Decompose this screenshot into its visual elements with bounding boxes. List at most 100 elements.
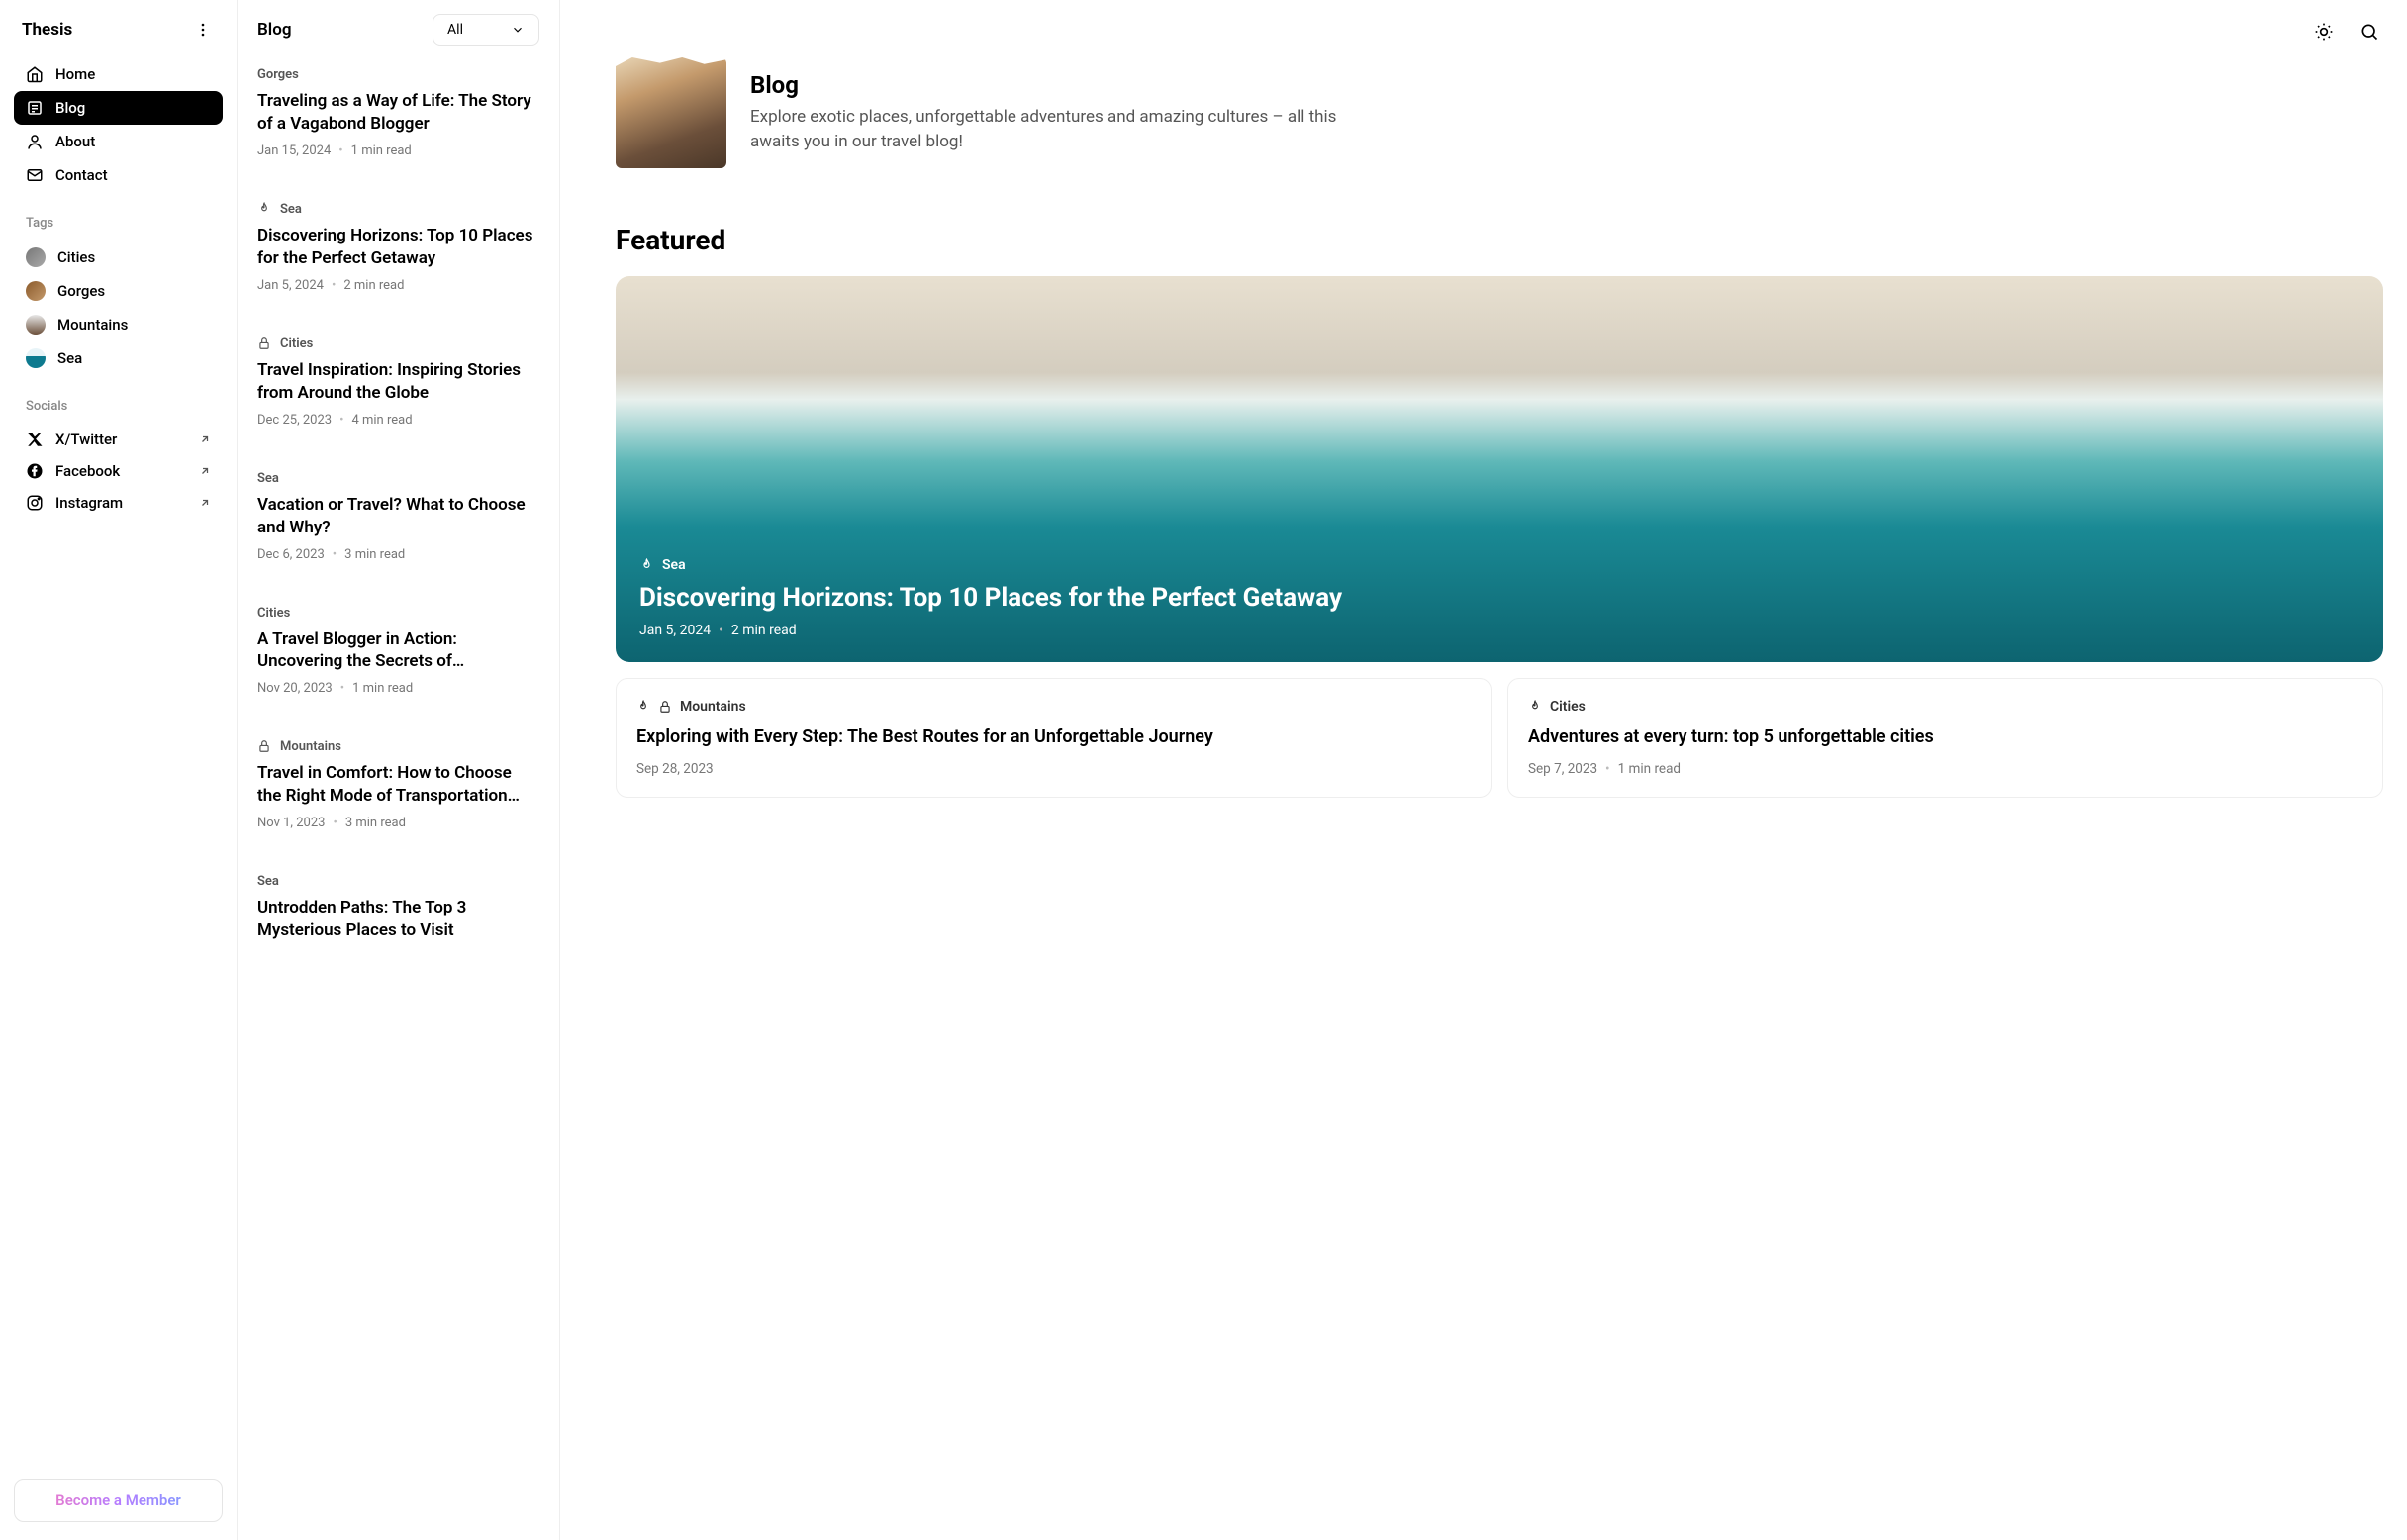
tag-thumb-icon [26, 348, 46, 368]
post-meta-row: Cities [257, 337, 539, 351]
search-icon [2359, 22, 2379, 42]
social-item-facebook[interactable]: Facebook [14, 455, 223, 487]
social-item-instagram[interactable]: Instagram [14, 487, 223, 519]
card-date-row: Sep 7, 2023•1 min read [1528, 761, 2362, 777]
post-item[interactable]: GorgesTraveling as a Way of Life: The St… [257, 67, 539, 180]
separator-dot: • [333, 547, 337, 562]
card-date: Sep 28, 2023 [636, 761, 714, 777]
post-read: 1 min read [352, 681, 413, 696]
filter-select[interactable]: All [433, 14, 539, 46]
post-item[interactable]: CitiesA Travel Blogger in Action: Uncove… [257, 606, 539, 719]
twitter-icon [26, 431, 44, 448]
post-title: Discovering Horizons: Top 10 Places for … [257, 225, 539, 270]
social-item-twitter[interactable]: X/Twitter [14, 424, 223, 455]
social-label: Facebook [55, 462, 120, 480]
hero-title: Discovering Horizons: Top 10 Places for … [639, 583, 2359, 613]
post-item[interactable]: CitiesTravel Inspiration: Inspiring Stor… [257, 337, 539, 449]
post-date-row: Dec 6, 2023 • 3 min read [257, 547, 539, 562]
top-actions [2310, 18, 2383, 46]
tag-item-mountains[interactable]: Mountains [14, 308, 223, 341]
featured-hero-card[interactable]: Sea Discovering Horizons: Top 10 Places … [616, 276, 2383, 662]
post-list-header: Blog All [257, 14, 539, 46]
post-item[interactable]: Sea Untrodden Paths: The Top 3 Mysterious… [257, 874, 539, 972]
separator-dot: • [332, 278, 336, 293]
card-meta: Cities [1528, 699, 2362, 715]
hero-read: 2 min read [731, 623, 797, 638]
sidebar-header: Thesis [14, 18, 223, 57]
featured-card[interactable]: Mountains Exploring with Every Step: The … [616, 678, 1492, 798]
post-tag: Gorges [257, 67, 299, 82]
tag-label: Mountains [57, 316, 128, 334]
nav-item-about[interactable]: About [14, 125, 223, 158]
tag-list: Cities Gorges Mountains Sea [14, 241, 223, 375]
sun-icon [2314, 22, 2334, 42]
post-tag: Mountains [280, 739, 341, 754]
about-icon [26, 133, 44, 150]
tag-item-sea[interactable]: Sea [14, 341, 223, 375]
nav-item-home[interactable]: Home [14, 57, 223, 91]
card-date-row: Sep 28, 2023 [636, 761, 1471, 777]
blog-header: Blog Explore exotic places, unforgettabl… [616, 57, 2383, 168]
main-content: Blog Explore exotic places, unforgettabl… [560, 0, 2407, 1540]
card-title: Adventures at every turn: top 5 unforget… [1528, 724, 2362, 749]
blog-description: Explore exotic places, unforgettable adv… [750, 105, 1344, 155]
tag-label: Gorges [57, 282, 105, 300]
tags-heading: Tags [14, 216, 223, 241]
tag-thumb-icon [26, 281, 46, 301]
post-item[interactable]: SeaVacation or Travel? What to Choose an… [257, 471, 539, 584]
social-list: X/Twitter Facebook Instagram [14, 424, 223, 519]
post-date: Dec 6, 2023 [257, 547, 325, 562]
nav-item-blog[interactable]: Blog [14, 91, 223, 125]
post-title: Untrodden Paths: The Top 3 Mysterious Pl… [257, 897, 539, 942]
external-link-icon [199, 497, 211, 509]
become-member-button[interactable]: Become a Member [14, 1479, 223, 1522]
card-tag: Cities [1550, 699, 1586, 715]
separator-dot: • [719, 623, 723, 638]
tag-item-cities[interactable]: Cities [14, 241, 223, 274]
nav-item-contact[interactable]: Contact [14, 158, 223, 192]
theme-toggle-button[interactable] [2310, 18, 2338, 46]
post-tag: Sea [257, 874, 279, 889]
post-read: 3 min read [344, 547, 405, 562]
post-date-row: Dec 25, 2023•4 min read [257, 413, 539, 428]
post-title: A Travel Blogger in Action: Uncovering t… [257, 628, 539, 674]
instagram-icon [26, 494, 44, 512]
more-vertical-icon [195, 22, 211, 38]
filter-value: All [447, 22, 463, 38]
lock-icon [257, 337, 272, 351]
more-button[interactable] [191, 18, 215, 42]
featured-card[interactable]: Cities Adventures at every turn: top 5 un… [1507, 678, 2383, 798]
post-item[interactable]: Sea Discovering Horizons: Top 10 Places f… [257, 202, 539, 315]
home-icon [26, 65, 44, 83]
tag-thumb-icon [26, 247, 46, 267]
post-date: Dec 25, 2023 [257, 413, 332, 428]
search-button[interactable] [2356, 18, 2383, 46]
site-title[interactable]: Thesis [22, 20, 72, 40]
lock-icon [257, 739, 272, 754]
fire-icon [1528, 700, 1542, 714]
card-meta: Mountains [636, 699, 1471, 715]
tag-item-gorges[interactable]: Gorges [14, 274, 223, 308]
post-list-title: Blog [257, 20, 292, 40]
nav-item-label: Blog [55, 99, 85, 117]
fire-icon [639, 558, 654, 573]
tag-thumb-icon [26, 315, 46, 335]
blog-icon [26, 99, 44, 117]
post-item[interactable]: MountainsTravel in Comfort: How to Choos… [257, 739, 539, 852]
post-tag: Sea [280, 202, 302, 217]
post-date-row: Nov 20, 2023•1 min read [257, 681, 539, 696]
post-meta-row: Sea [257, 471, 539, 486]
post-read: 4 min read [351, 413, 412, 428]
post-list: GorgesTraveling as a Way of Life: The St… [257, 67, 539, 972]
post-read: 1 min read [351, 144, 412, 158]
card-title: Exploring with Every Step: The Best Rout… [636, 724, 1471, 749]
separator-dot: • [333, 816, 337, 830]
featured-cards-row: Mountains Exploring with Every Step: The … [616, 678, 2383, 798]
lock-icon [658, 700, 672, 714]
featured-heading: Featured [616, 224, 2383, 256]
social-label: X/Twitter [55, 431, 117, 448]
post-meta-row: Gorges [257, 67, 539, 82]
external-link-icon [199, 465, 211, 477]
hero-date-row: Jan 5, 2024 • 2 min read [639, 623, 2359, 638]
social-label: Instagram [55, 494, 123, 512]
